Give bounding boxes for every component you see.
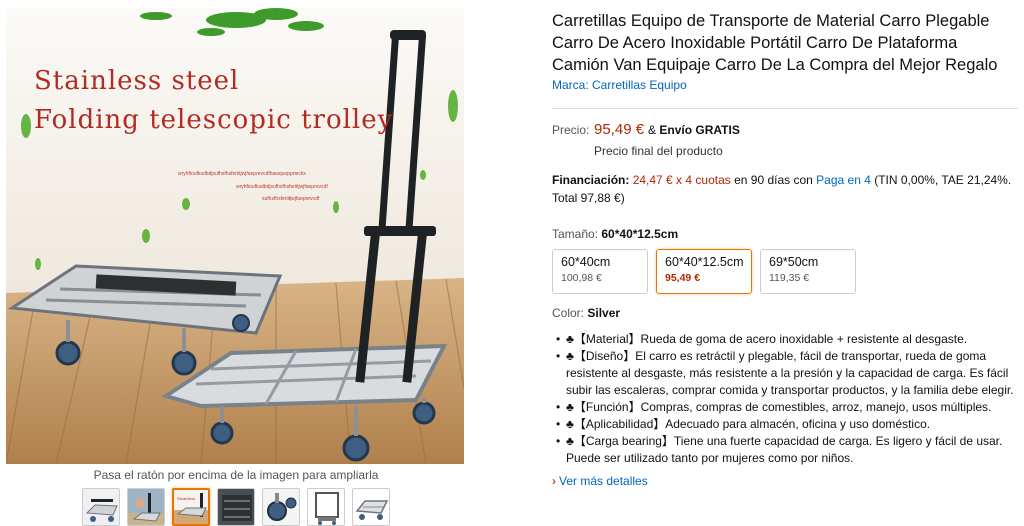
price-row: Precio: 95,49 € & Envío GRATIS — [552, 121, 1018, 138]
financing-label: Financiación: — [552, 173, 630, 187]
shipping-prefix: & — [648, 123, 660, 137]
overlay-tiny-text-1: wryhfioufksdbdjsufhsfhsferiitjwjfaeprevc… — [178, 171, 306, 177]
financing-info: Financiación: 24,47 € x 4 cuotas en 90 d… — [552, 171, 1018, 207]
overlay-title-line1: Stainless steel — [34, 66, 240, 96]
image-gallery: Stainless steel Folding telescopic troll… — [6, 8, 466, 526]
free-shipping-label: Envío GRATIS — [659, 123, 740, 137]
feature-bullet: ♣【Diseño】El carro es retráctil y plegabl… — [552, 348, 1018, 399]
thumbnail-5[interactable] — [262, 488, 300, 526]
size-label: Tamaño: — [552, 227, 599, 241]
divider — [552, 108, 1018, 109]
feature-bullet: ♣【Material】Rueda de goma de acero inoxid… — [552, 331, 1018, 348]
product-details: Carretillas Equipo de Transporte de Mate… — [552, 10, 1018, 488]
overlay-tiny-text-3: sufhsfhsferiitjwjfaeprevcdf — [262, 196, 320, 202]
zoom-hint: Pasa el ratón por encima de la imagen pa… — [93, 468, 379, 482]
overlay-tiny-text-2: wryhfioufksdbdjsufhsfhsferiitjwjfaeprevc… — [236, 184, 328, 190]
svg-text:Stainless: Stainless — [177, 496, 195, 501]
financing-middle: en 90 días con — [730, 173, 817, 187]
shipping-info: & Envío GRATIS — [648, 123, 740, 137]
see-more-details-label: Ver más detalles — [559, 474, 648, 488]
size-selector-label: Tamaño: 60*40*12.5cm — [552, 227, 1018, 241]
chevron-right-icon: › — [552, 474, 556, 488]
size-options: 60*40cm 100,98 € 60*40*12.5cm 95,49 € 69… — [552, 249, 1018, 294]
size-option-name: 60*40cm — [561, 255, 611, 269]
color-label: Color: — [552, 306, 585, 320]
thumbnail-6[interactable] — [307, 488, 345, 526]
overlay-title-line2: Folding telescopic trolley — [34, 105, 394, 135]
size-option-price: 95,49 € — [665, 272, 701, 284]
main-product-image[interactable]: Stainless steel Folding telescopic troll… — [6, 8, 464, 464]
price-value: 95,49 € — [594, 121, 645, 138]
color-value: Silver — [587, 306, 621, 320]
thumbnail-3[interactable]: Stainless — [172, 488, 210, 526]
thumbnail-4[interactable] — [217, 488, 255, 526]
size-option-name: 69*50cm — [769, 255, 819, 269]
see-more-details-link[interactable]: › Ver más detalles — [552, 474, 1018, 488]
size-option-60x40x12-5[interactable]: 60*40*12.5cm 95,49 € — [656, 249, 752, 294]
product-title: Carretillas Equipo de Transporte de Mate… — [552, 12, 998, 74]
financing-installments: 24,47 € x 4 cuotas — [632, 173, 731, 187]
size-option-69x50[interactable]: 69*50cm 119,35 € — [760, 249, 856, 294]
feature-bullet: ♣【Carga bearing】Tiene una fuerte capacid… — [552, 433, 1018, 467]
thumbnail-1[interactable] — [82, 488, 120, 526]
color-selector-label: Color: Silver — [552, 306, 1018, 320]
thumbnail-7[interactable] — [352, 488, 390, 526]
final-price-note: Precio final del producto — [594, 144, 723, 158]
thumbnail-2[interactable] — [127, 488, 165, 526]
thumbnail-strip: Stainless — [6, 488, 466, 526]
paga-en-4-link[interactable]: Paga en 4 — [816, 173, 871, 187]
price-label: Precio: — [552, 123, 590, 137]
brand-link[interactable]: Marca: Carretillas Equipo — [552, 78, 687, 92]
feature-bullet: ♣【Función】Compras, compras de comestible… — [552, 399, 1018, 416]
size-option-name: 60*40*12.5cm — [665, 255, 744, 269]
size-option-60x40[interactable]: 60*40cm 100,98 € — [552, 249, 648, 294]
feature-bullet: ♣【Aplicabilidad】Adecuado para almacén, o… — [552, 416, 1018, 433]
feature-bullets: ♣【Material】Rueda de goma de acero inoxid… — [552, 331, 1018, 467]
size-selected-value: 60*40*12.5cm — [601, 227, 679, 241]
size-option-price: 119,35 € — [769, 272, 810, 284]
size-option-price: 100,98 € — [561, 272, 602, 284]
